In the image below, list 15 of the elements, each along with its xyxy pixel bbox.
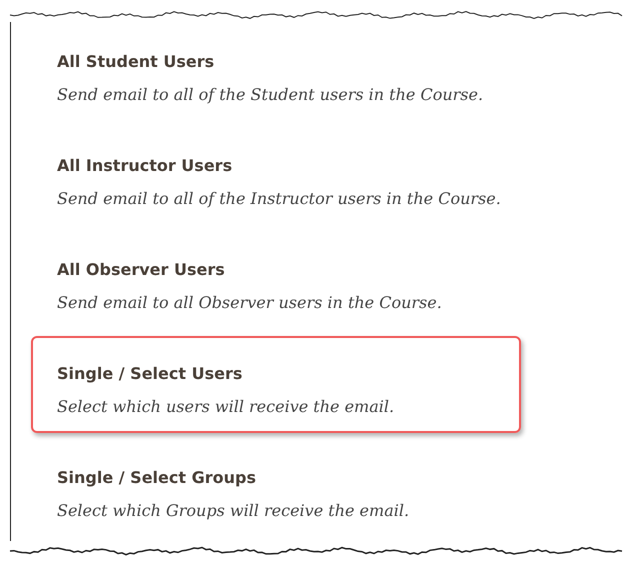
recipient-option[interactable]: All Student Users Send email to all of the Student users in the Course. [31,24,521,121]
option-title: All Observer Users [57,260,226,280]
recipient-option[interactable]: Single / Select Users Select which users will receive the email. [31,336,521,433]
recipient-option[interactable]: Single / Select Groups Select which Groups will receive the email. [31,440,521,537]
option-description: Select which Groups will receive the email. [57,500,410,522]
recipient-option[interactable]: All Observer Users Send email to all Observer users in the Course. [31,232,521,329]
option-title: All Student Users [57,52,216,72]
recipient-option[interactable]: All Instructor Users Send email to all of the Instructor users in the Course. [31,128,521,225]
option-description: Send email to all of the Instructor users in the Course. [57,188,502,210]
option-title: Single / Select Groups [57,468,257,488]
option-title: Single / Select Users [57,364,244,384]
option-title: All Instructor Users [57,156,234,176]
option-description: Select which users will receive the email. [57,396,396,418]
option-description: Send email to all Observer users in the Course. [57,292,443,314]
option-description: Send email to all of the Student users in the Course. [57,84,484,106]
